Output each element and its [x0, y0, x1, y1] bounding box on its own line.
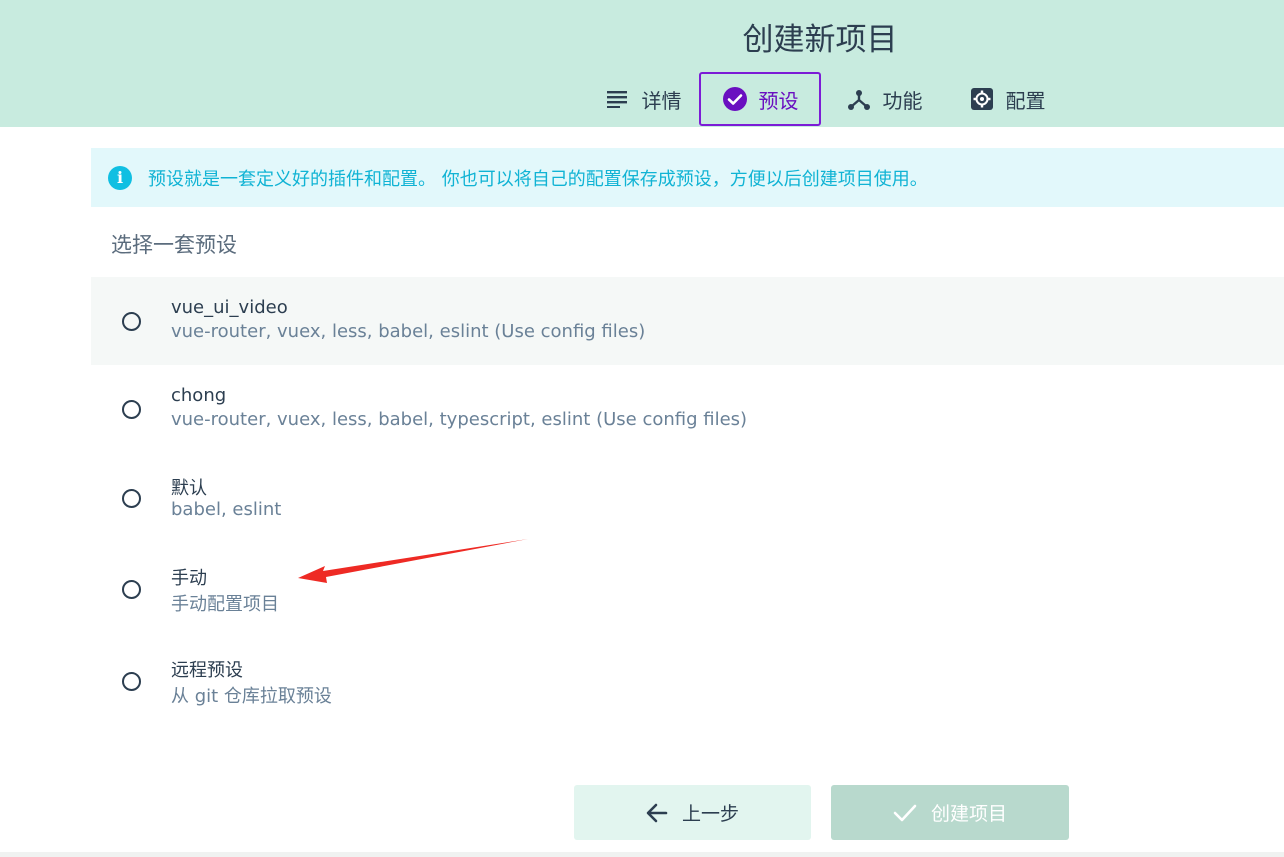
annotation-arrow: [298, 539, 528, 583]
preset-list: vue_ui_video vue-router, vuex, less, bab…: [91, 277, 1284, 727]
presets-heading: 选择一套预设: [111, 233, 237, 257]
preset-item-manual[interactable]: 手动 手动配置项目: [91, 545, 1284, 637]
arrow-left-icon: [646, 803, 668, 823]
create-project-label: 创建项目: [930, 803, 1007, 825]
tab-features[interactable]: 功能: [842, 72, 926, 126]
prev-step-button[interactable]: 上一步: [574, 785, 811, 840]
radio-button[interactable]: [122, 400, 141, 419]
preset-name: chong: [171, 385, 227, 406]
prev-step-label: 上一步: [681, 803, 739, 825]
preset-name: 手动: [171, 568, 207, 589]
tab-presets[interactable]: 预设: [699, 72, 821, 126]
preset-item-remote[interactable]: 远程预设 从 git 仓库拉取预设: [91, 637, 1284, 727]
preset-name: vue_ui_video: [171, 297, 288, 318]
preset-item-vue-ui-video[interactable]: vue_ui_video vue-router, vuex, less, bab…: [91, 277, 1284, 365]
radio-button[interactable]: [122, 312, 141, 331]
tab-features-label: 功能: [882, 88, 923, 113]
info-banner: i 预设就是一套定义好的插件和配置。 你也可以将自己的配置保存成预设，方便以后创…: [91, 148, 1284, 207]
page-title: 创建新项目: [742, 22, 898, 58]
info-icon: i: [108, 165, 132, 190]
tab-presets-label: 预设: [758, 88, 799, 113]
tab-config-label: 配置: [1005, 88, 1046, 113]
gear-icon: [969, 86, 995, 112]
tab-details[interactable]: 详情: [597, 72, 689, 126]
preset-description: vue-router, vuex, less, babel, eslint (U…: [171, 321, 646, 342]
radio-button[interactable]: [122, 580, 141, 599]
header-bar: 创建新项目 详情 预设 功能 配置: [0, 0, 1284, 127]
preset-description: vue-router, vuex, less, babel, typescrip…: [171, 409, 748, 430]
info-text: 预设就是一套定义好的插件和配置。 你也可以将自己的配置保存成预设，方便以后创建项…: [148, 168, 928, 190]
check-icon: [893, 803, 917, 823]
check-circle-icon: [722, 86, 748, 112]
preset-description: 从 git 仓库拉取预设: [171, 686, 332, 707]
bottom-divider: [0, 852, 1284, 857]
radio-button[interactable]: [122, 672, 141, 691]
preset-item-chong[interactable]: chong vue-router, vuex, less, babel, typ…: [91, 365, 1284, 455]
preset-name: 默认: [171, 478, 207, 499]
fork-icon: [846, 86, 872, 112]
list-icon: [605, 86, 631, 112]
preset-description: babel, eslint: [171, 499, 282, 520]
tab-details-label: 详情: [641, 88, 682, 113]
preset-description: 手动配置项目: [171, 594, 279, 615]
tab-config[interactable]: 配置: [965, 72, 1049, 126]
preset-item-default[interactable]: 默认 babel, eslint: [91, 455, 1284, 545]
create-project-button[interactable]: 创建项目: [831, 785, 1069, 840]
radio-button[interactable]: [122, 489, 141, 508]
preset-name: 远程预设: [171, 660, 243, 681]
